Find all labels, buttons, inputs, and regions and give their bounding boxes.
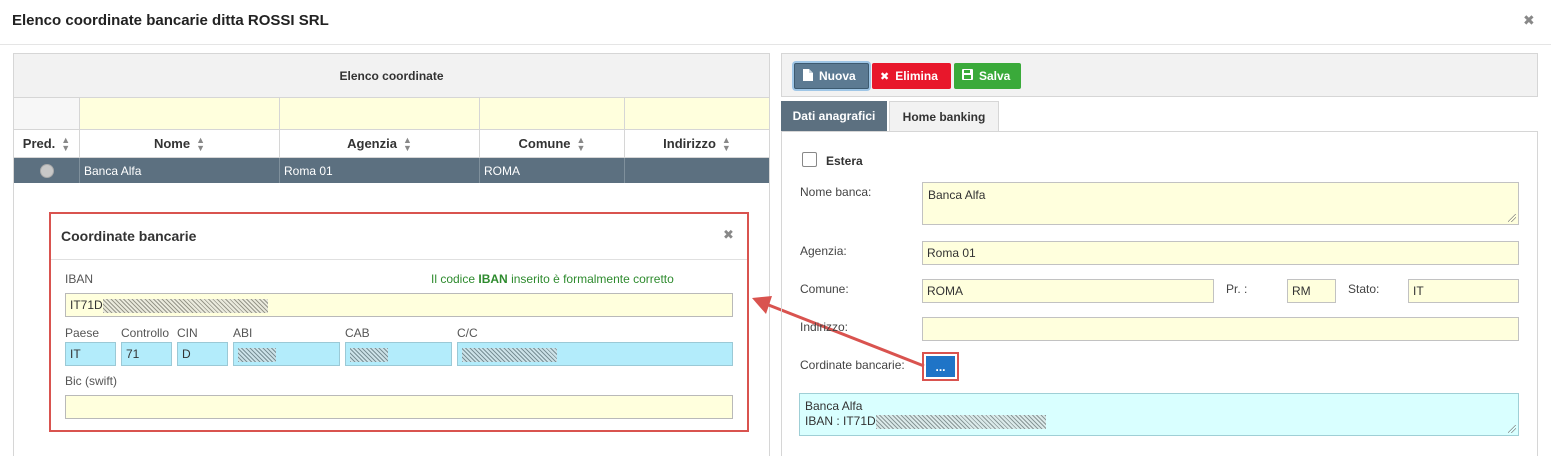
- cin-input[interactable]: D: [177, 342, 228, 366]
- iban-input[interactable]: IT71D: [65, 293, 733, 317]
- summary-line-iban: IBAN : IT71D: [805, 414, 876, 428]
- controllo-input[interactable]: 71: [121, 342, 172, 366]
- filter-nome-input[interactable]: [80, 98, 280, 130]
- sort-icon[interactable]: ▲ ▼: [722, 135, 731, 152]
- paese-label: Paese: [65, 326, 100, 340]
- stato-label: Stato:: [1348, 282, 1380, 296]
- pr-label: Pr. :: [1226, 282, 1248, 296]
- nuova-label: Nuova: [819, 69, 856, 83]
- column-header-agenzia[interactable]: Agenzia ▲ ▼: [280, 130, 480, 158]
- open-coordinate-button[interactable]: ...: [926, 356, 955, 377]
- column-header-indirizzo[interactable]: Indirizzo ▲ ▼: [625, 130, 769, 158]
- coordinate-bancarie-label: Cordinate bancarie:: [800, 358, 905, 372]
- redacted-mask: [350, 347, 388, 362]
- file-icon: [803, 68, 813, 84]
- elimina-button[interactable]: ✖ Elimina: [872, 63, 951, 89]
- cc-input[interactable]: [457, 342, 733, 366]
- toolbar: Nuova ✖ Elimina Salva: [781, 53, 1538, 97]
- column-label: Indirizzo: [663, 136, 716, 151]
- redacted-mask: [875, 414, 1046, 429]
- cc-label: C/C: [457, 326, 478, 340]
- sort-icon[interactable]: ▲ ▼: [196, 135, 205, 152]
- nome-banca-label: Nome banca:: [800, 185, 872, 199]
- iban-value: IT71D: [70, 298, 103, 312]
- sort-icon[interactable]: ▲ ▼: [61, 135, 70, 152]
- comune-input[interactable]: ROMA: [922, 279, 1214, 303]
- list-panel-header: Elenco coordinate: [14, 54, 769, 98]
- tab-dati-anagrafici[interactable]: Dati anagrafici: [781, 101, 887, 131]
- filter-row: [14, 98, 769, 130]
- sort-icon[interactable]: ▲ ▼: [403, 135, 412, 152]
- salva-label: Salva: [979, 69, 1011, 83]
- cab-input[interactable]: [345, 342, 452, 366]
- nome-banca-value: Banca Alfa: [928, 188, 986, 202]
- coordinate-summary[interactable]: Banca Alfa IBAN : IT71D: [799, 393, 1519, 436]
- bic-input[interactable]: [65, 395, 733, 419]
- column-label: Agenzia: [347, 136, 397, 151]
- redacted-mask: [238, 347, 276, 362]
- controllo-label: Controllo: [121, 326, 170, 340]
- summary-line-iban-wrap: IBAN : IT71D: [805, 414, 1513, 429]
- table-row[interactable]: Banca Alfa Roma 01 ROMA: [14, 158, 769, 183]
- estera-checkbox[interactable]: [802, 152, 817, 167]
- indirizzo-input[interactable]: [922, 317, 1519, 341]
- close-icon[interactable]: ✖: [723, 227, 734, 243]
- filter-cell-pred: [14, 98, 80, 130]
- window-title: Elenco coordinate bancarie ditta ROSSI S…: [12, 12, 329, 29]
- abi-label: ABI: [233, 326, 253, 340]
- pr-input[interactable]: RM: [1287, 279, 1336, 303]
- nome-banca-input[interactable]: Banca Alfa: [922, 182, 1519, 225]
- close-icon[interactable]: ✖: [1523, 12, 1535, 29]
- column-header-comune[interactable]: Comune ▲ ▼: [480, 130, 625, 158]
- row-nome-cell: Banca Alfa: [80, 158, 280, 183]
- filter-agenzia-input[interactable]: [280, 98, 480, 130]
- cin-label: CIN: [177, 326, 198, 340]
- table-header: Pred. ▲ ▼ Nome ▲ ▼ Agenzia ▲ ▼ Comune ▲ ▼ In…: [14, 130, 769, 158]
- comune-label: Comune:: [800, 282, 849, 296]
- iban-message-pre: Il codice: [431, 272, 476, 286]
- iban-message-strong: IBAN: [478, 272, 508, 286]
- paese-input[interactable]: IT: [65, 342, 116, 366]
- coordinate-bancarie-dialog: Coordinate bancarie ✖ IBAN Il codice IBA…: [49, 212, 749, 432]
- indirizzo-label: Indirizzo:: [800, 320, 849, 334]
- floppy-disk-icon: [962, 69, 973, 83]
- estera-label: Estera: [826, 154, 863, 168]
- iban-message-post: inserito è formalmente corretto: [511, 272, 674, 286]
- resize-grip-icon[interactable]: [1508, 214, 1516, 222]
- resize-grip-icon[interactable]: [1508, 425, 1516, 433]
- column-label: Nome: [153, 136, 191, 151]
- redacted-mask: [462, 347, 557, 362]
- abi-input[interactable]: [233, 342, 340, 366]
- row-comune-cell: ROMA: [480, 158, 625, 183]
- iban-label: IBAN: [65, 272, 94, 286]
- nuova-button[interactable]: Nuova: [794, 63, 869, 89]
- row-pred-cell[interactable]: [14, 158, 80, 183]
- cab-label: CAB: [345, 326, 370, 340]
- column-header-pred[interactable]: Pred. ▲ ▼: [14, 130, 80, 158]
- elimina-label: Elimina: [895, 69, 938, 83]
- column-label: Pred.: [22, 136, 56, 151]
- row-agenzia-cell: Roma 01: [280, 158, 480, 183]
- column-label: Comune: [518, 136, 571, 151]
- dialog-divider: [51, 259, 747, 260]
- dialog-title: Coordinate bancarie: [61, 228, 197, 244]
- iban-valid-message: Il codice IBAN inserito è formalmente co…: [431, 272, 674, 286]
- summary-line-bank: Banca Alfa: [805, 399, 863, 413]
- agenzia-input[interactable]: Roma 01: [922, 241, 1519, 265]
- sort-icon[interactable]: ▲ ▼: [577, 135, 586, 152]
- default-radio[interactable]: [40, 163, 54, 178]
- x-icon: ✖: [880, 70, 890, 83]
- row-indirizzo-cell: [625, 158, 769, 183]
- bic-label: Bic (swift): [65, 374, 117, 388]
- redacted-mask: [102, 298, 268, 313]
- salva-button[interactable]: Salva: [954, 63, 1021, 89]
- filter-comune-input[interactable]: [480, 98, 625, 130]
- column-header-nome[interactable]: Nome ▲ ▼: [80, 130, 280, 158]
- tab-home-banking[interactable]: Home banking: [889, 101, 999, 131]
- coordinate-button-highlight: ...: [922, 352, 959, 381]
- title-divider: [0, 44, 1551, 45]
- filter-indirizzo-input[interactable]: [625, 98, 769, 130]
- agenzia-label: Agenzia:: [800, 244, 847, 258]
- stato-input[interactable]: IT: [1408, 279, 1519, 303]
